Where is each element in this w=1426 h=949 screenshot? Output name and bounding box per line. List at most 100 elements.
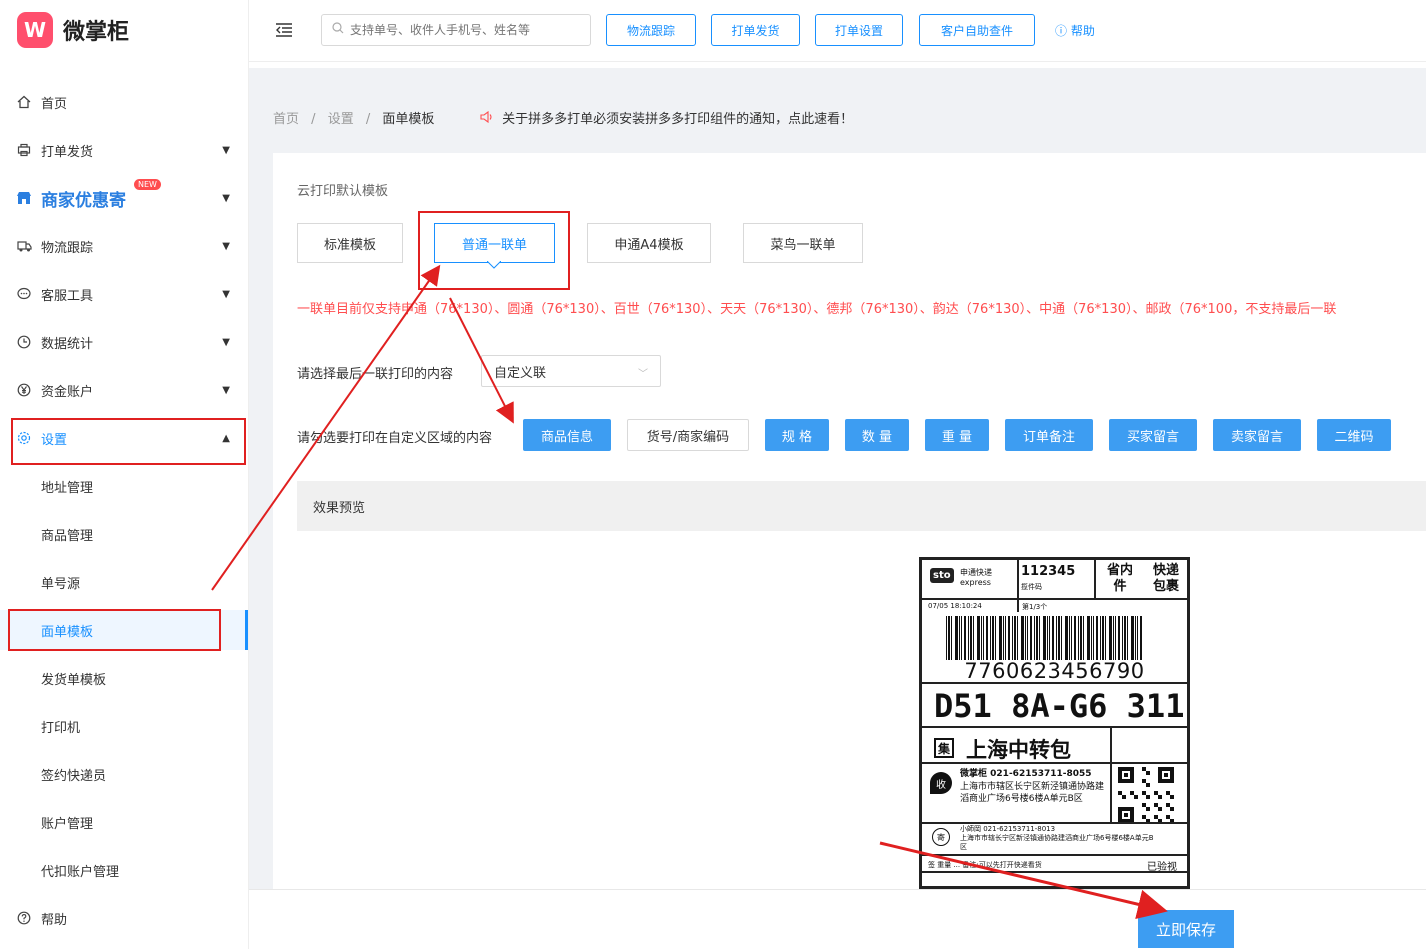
pickup-code: 112345 xyxy=(1021,564,1076,579)
print-ship-button[interactable]: 打单发货 xyxy=(711,14,800,46)
field-spec[interactable]: 规 格 xyxy=(765,419,829,451)
sidebar-item-label: 客服工具 xyxy=(41,288,94,304)
clock-icon xyxy=(16,334,32,350)
chat-icon xyxy=(16,286,32,302)
sidebar-sub-account[interactable]: 账户管理 xyxy=(0,802,248,842)
field-buyer-message[interactable]: 买家留言 xyxy=(1109,419,1197,451)
chevron-down-icon: ▼ xyxy=(222,384,230,396)
preview-title: 效果预览 xyxy=(313,500,366,516)
province-tag: 省内件 xyxy=(1106,563,1133,594)
chevron-down-icon: ▼ xyxy=(222,336,230,348)
logo[interactable]: W 微掌柜 xyxy=(17,12,129,48)
notice-text: 关于拼多多打单必须安装拼多多打印组件的通知，点此速看！ xyxy=(502,112,854,127)
sidebar-item-merchant-promo[interactable]: 商家优惠寄 ▼ xyxy=(0,178,248,218)
sidebar-item-logistics[interactable]: 物流跟踪 ▼ xyxy=(0,226,248,266)
sidebar-item-label: 首页 xyxy=(41,96,68,112)
carrier-en: express xyxy=(960,578,991,587)
hub-mark: 集 xyxy=(934,738,954,758)
field-seller-message[interactable]: 卖家留言 xyxy=(1213,419,1301,451)
carrier-support-note: 一联单目前仅支持申通（76*130）、圆通（76*130）、百世（76*130）… xyxy=(297,302,1337,317)
sidebar: W 微掌柜 首页 打单发货 ▼ 商家优惠寄 ▼ NEW 物流跟踪 ▼ 客服工具 … xyxy=(0,0,249,949)
last-copy-label: 请选择最后一联打印的内容 xyxy=(297,367,454,382)
breadcrumb-sep: / xyxy=(365,112,371,127)
new-badge: NEW xyxy=(134,179,161,190)
last-copy-select[interactable]: 自定义联 ﹀ xyxy=(481,355,661,387)
footer-row xyxy=(922,856,1187,873)
sidebar-sub-courier[interactable]: 签约快递员 xyxy=(0,754,248,794)
breadcrumb: 首页 / 设置 / 面单模板 xyxy=(273,108,434,127)
carrier-logo: sto xyxy=(930,568,954,583)
active-pointer-icon xyxy=(487,261,501,269)
breadcrumb-current: 面单模板 xyxy=(382,112,435,127)
notice-link[interactable]: 关于拼多多打单必须安装拼多多打印组件的通知，点此速看！ xyxy=(480,108,853,127)
menu-toggle-icon[interactable] xyxy=(275,22,293,38)
divider xyxy=(1094,560,1096,600)
sidebar-item-label: 打单发货 xyxy=(41,144,94,160)
shop-icon xyxy=(16,190,32,206)
logistics-track-button[interactable]: 物流跟踪 xyxy=(606,14,696,46)
field-qrcode[interactable]: 二维码 xyxy=(1317,419,1391,451)
search-input[interactable] xyxy=(350,23,580,37)
tab-strip xyxy=(249,62,1426,68)
waybill-preview: sto 申通快递 express 112345 揽件码 省内件 快递包裹 07/… xyxy=(919,557,1190,889)
send-mark: 寄 xyxy=(932,828,950,846)
field-goods-info[interactable]: 商品信息 xyxy=(523,419,611,451)
question-icon: ⓘ xyxy=(1055,24,1068,38)
sidebar-item-cs-tools[interactable]: 客服工具 ▼ xyxy=(0,274,248,314)
template-cainiao-button[interactable]: 菜鸟一联单 xyxy=(743,223,863,263)
sidebar-item-label: 设置 xyxy=(41,432,68,448)
print-icon xyxy=(16,142,32,158)
chevron-down-icon: ▼ xyxy=(222,240,230,252)
sort-code: D51 8A-G6 311 xyxy=(934,687,1185,725)
barcode xyxy=(946,616,1142,660)
custom-fields-label: 请勾选要打印在自定义区域的内容 xyxy=(297,431,493,446)
carrier-name: 申通快递 express xyxy=(960,568,992,588)
footer-bar xyxy=(249,889,1426,949)
chevron-down-icon: ▼ xyxy=(222,288,230,300)
self-query-button[interactable]: 客户自助查件 xyxy=(919,14,1035,46)
tracking-number: 7760623456790 xyxy=(964,659,1145,683)
field-order-note[interactable]: 订单备注 xyxy=(1005,419,1093,451)
sidebar-sub-goods[interactable]: 商品管理 xyxy=(0,514,248,554)
field-quantity[interactable]: 数 量 xyxy=(845,419,909,451)
speaker-icon xyxy=(480,110,494,127)
field-weight[interactable]: 重 量 xyxy=(925,419,989,451)
sidebar-sub-shipping-template[interactable]: 发货单模板 xyxy=(0,658,248,698)
breadcrumb-home[interactable]: 首页 xyxy=(273,112,299,127)
sidebar-item-label: 物流跟踪 xyxy=(41,240,94,256)
help-label: 帮助 xyxy=(1070,24,1095,38)
help-link[interactable]: ⓘ 帮助 xyxy=(1055,22,1095,39)
logo-text: 微掌柜 xyxy=(63,20,130,45)
sidebar-item-settings[interactable]: 设置 ▲ xyxy=(0,418,248,458)
gear-icon xyxy=(16,430,32,446)
print-settings-button[interactable]: 打单设置 xyxy=(815,14,903,46)
carrier-cn: 申通快递 xyxy=(960,568,992,577)
sidebar-sub-number-source[interactable]: 单号源 xyxy=(0,562,248,602)
save-button[interactable]: 立即保存 xyxy=(1138,910,1234,948)
sidebar-item-funds[interactable]: 资金账户 ▼ xyxy=(0,370,248,410)
sidebar-item-home[interactable]: 首页 xyxy=(0,82,248,122)
sidebar-sub-printer[interactable]: 打印机 xyxy=(0,706,248,746)
field-sku-code[interactable]: 货号/商家编码 xyxy=(627,419,749,451)
recv-row xyxy=(922,764,1187,824)
truck-icon xyxy=(16,238,32,254)
print-datetime: 07/05 18:10:24 xyxy=(928,602,982,610)
sidebar-sub-waybill-template[interactable]: 面单模板 xyxy=(0,610,248,650)
search-box[interactable] xyxy=(321,14,591,46)
template-standard-button[interactable]: 标准模板 xyxy=(297,223,403,263)
template-single-button[interactable]: 普通一联单 xyxy=(434,223,555,263)
question-icon xyxy=(16,910,32,926)
yen-icon xyxy=(16,382,32,398)
select-value: 自定义联 xyxy=(494,365,547,381)
sidebar-sub-deduct-account[interactable]: 代扣账户管理 xyxy=(0,850,248,890)
breadcrumb-settings[interactable]: 设置 xyxy=(328,112,354,127)
hub-name: 上海中转包 xyxy=(966,738,1071,762)
sidebar-item-label: 资金账户 xyxy=(41,384,94,400)
sidebar-item-print-ship[interactable]: 打单发货 ▼ xyxy=(0,130,248,170)
sidebar-item-help[interactable]: 帮助 xyxy=(0,898,248,938)
chevron-down-icon: ▼ xyxy=(222,144,230,156)
page-count: 第1/3个 xyxy=(1022,603,1048,611)
sidebar-sub-address[interactable]: 地址管理 xyxy=(0,466,248,506)
template-a4-button[interactable]: 申通A4模板 xyxy=(587,223,711,263)
sidebar-item-statistics[interactable]: 数据统计 ▼ xyxy=(0,322,248,362)
